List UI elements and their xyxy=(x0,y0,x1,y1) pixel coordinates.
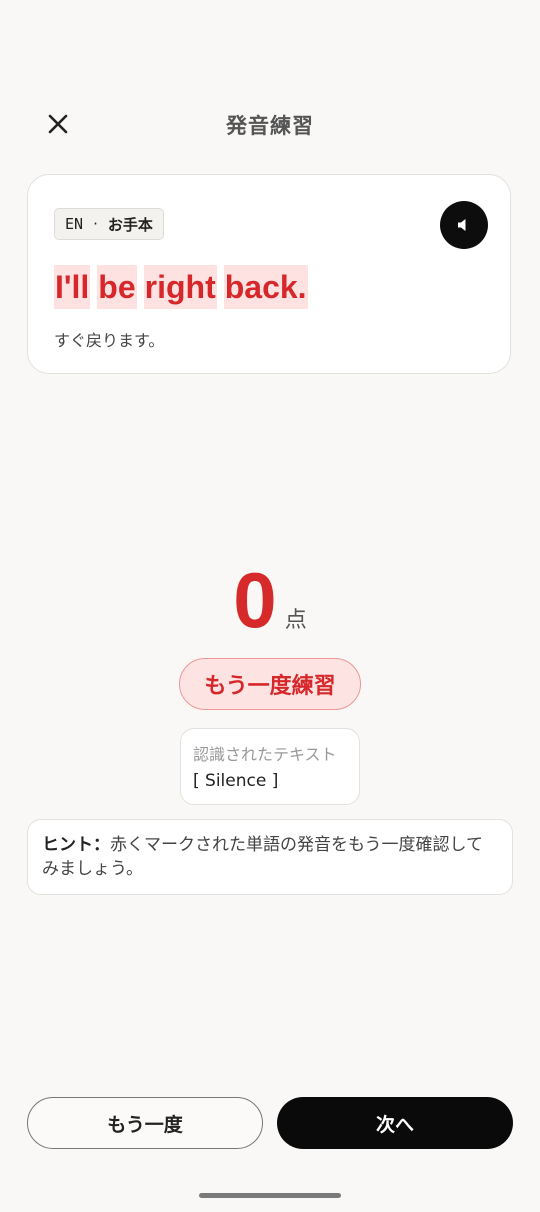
sentence-word[interactable]: right xyxy=(143,265,217,309)
score-unit: 点 xyxy=(284,608,307,633)
sentence-card: EN · お手本 I'll be right back. すぐ戻ります。 xyxy=(27,174,511,374)
target-sentence: I'll be right back. xyxy=(54,265,308,309)
page-title: 発音練習 xyxy=(226,114,314,138)
practice-again-button[interactable]: もう一度練習 xyxy=(179,658,361,710)
hint-prefix: ヒント： xyxy=(42,835,110,855)
sentence-word[interactable]: I'll xyxy=(54,265,91,309)
sentence-word[interactable]: back. xyxy=(223,265,308,309)
recognized-text-value: [ Silence ] xyxy=(193,771,279,791)
language-badge: EN · お手本 xyxy=(54,208,164,240)
sentence-word[interactable]: be xyxy=(97,265,137,309)
sentence-translation: すぐ戻ります。 xyxy=(54,331,165,350)
next-button[interactable]: 次へ xyxy=(277,1097,513,1149)
home-indicator[interactable] xyxy=(199,1193,341,1198)
retry-button[interactable]: もう一度 xyxy=(27,1097,263,1149)
badge-separator: · xyxy=(93,215,98,233)
recognized-text-label: 認識されたテキスト xyxy=(193,745,337,764)
model-label: お手本 xyxy=(107,215,153,234)
language-code: EN xyxy=(65,215,84,233)
score-display: 0 点 xyxy=(0,556,540,644)
score-value: 0 xyxy=(233,556,277,644)
play-audio-button[interactable] xyxy=(440,201,488,249)
recognized-text-box: 認識されたテキスト [ Silence ] xyxy=(180,728,360,805)
speaker-icon xyxy=(458,219,466,231)
hint-box: ヒント：赤くマークされた単語の発音をもう一度確認してみましょう。 xyxy=(27,819,513,895)
